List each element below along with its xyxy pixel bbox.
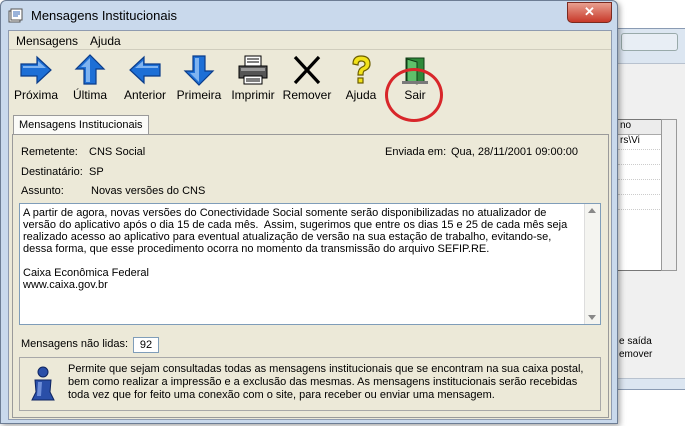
scroll-down-icon[interactable] [588,315,596,320]
window-title: Mensagens Institucionais [31,8,177,23]
toolbar: Próxima Última Anterior Primeira Imprimi… [9,50,611,122]
tab-panel: Remetente: CNS Social Enviada em: Qua, 2… [12,134,609,418]
help-button[interactable]: Ajuda [335,54,387,108]
sent-value: Qua, 28/11/2001 09:00:00 [451,146,579,158]
list-item[interactable]: rs\Vi [618,135,662,150]
background-window-text: e saída emover [619,335,652,361]
last-label: Última [72,88,107,102]
sender-label: Remetente: [21,146,78,158]
remove-label: Remover [282,88,332,102]
question-icon [352,55,371,84]
background-list[interactable]: no rs\Vi [617,119,663,271]
previous-label: Anterior [123,88,167,102]
x-icon [293,55,321,85]
arrow-right-icon [20,55,52,85]
last-button[interactable]: Última [64,54,116,108]
message-body: A partir de agora, novas versões do Cone… [23,207,568,291]
previous-button[interactable]: Anterior [119,54,171,108]
list-item[interactable] [618,165,662,180]
subject-value: Novas versões do CNS [91,185,206,197]
title-bar[interactable]: Mensagens Institucionais ✕ [1,1,617,29]
background-list-header: no [618,120,662,135]
unread-count: 92 [133,337,159,353]
tab-mensagens-institucionais[interactable]: Mensagens Institucionais [13,115,149,135]
menu-bar: Mensagens Ajuda [9,31,611,50]
help-label: Ajuda [345,88,377,102]
first-button[interactable]: Primeira [173,54,225,108]
next-button[interactable]: Próxima [10,54,62,108]
recipient-label: Destinatário: [21,166,83,178]
subject-label: Assunto: [21,185,64,197]
print-label: Imprimir [231,88,275,102]
info-text: Permite que sejam consultadas todas as m… [68,363,584,401]
list-item[interactable] [618,150,662,165]
print-button[interactable]: Imprimir [227,54,279,108]
close-icon: ✕ [584,4,595,19]
remove-button[interactable]: Remover [281,54,333,108]
arrow-left-icon [129,55,161,85]
arrow-up-icon [74,54,106,85]
list-item[interactable] [618,180,662,195]
first-label: Primeira [176,88,222,102]
background-text-line: e saída [619,336,652,347]
scroll-up-icon[interactable] [588,208,596,213]
background-text-line: emover [619,349,653,360]
background-window-controls[interactable] [621,33,678,51]
app-icon [8,8,23,23]
highlight-circle [385,68,443,122]
info-box: Permite que sejam consultadas todas as m… [19,357,601,411]
menu-mensagens[interactable]: Mensagens [16,34,78,48]
unread-label: Mensagens não lidas: [21,338,129,350]
next-label: Próxima [13,88,58,102]
sender-value: CNS Social [89,146,146,158]
printer-icon [238,55,268,85]
arrow-down-icon [183,55,215,86]
sent-label: Enviada em: [385,146,447,158]
background-list-scrollbar[interactable] [661,119,677,271]
recipient-value: SP [89,166,104,178]
info-person-icon [31,366,55,401]
message-scrollbar[interactable] [584,204,600,324]
window-client-area: Mensagens Ajuda Próxima Última Anterior … [8,30,612,420]
menu-ajuda[interactable]: Ajuda [90,34,121,48]
message-body-box[interactable]: A partir de agora, novas versões do Cone… [19,203,601,325]
list-item[interactable] [618,195,662,210]
main-window: Mensagens Institucionais ✕ Mensagens Aju… [0,0,618,424]
close-button[interactable]: ✕ [567,2,612,23]
